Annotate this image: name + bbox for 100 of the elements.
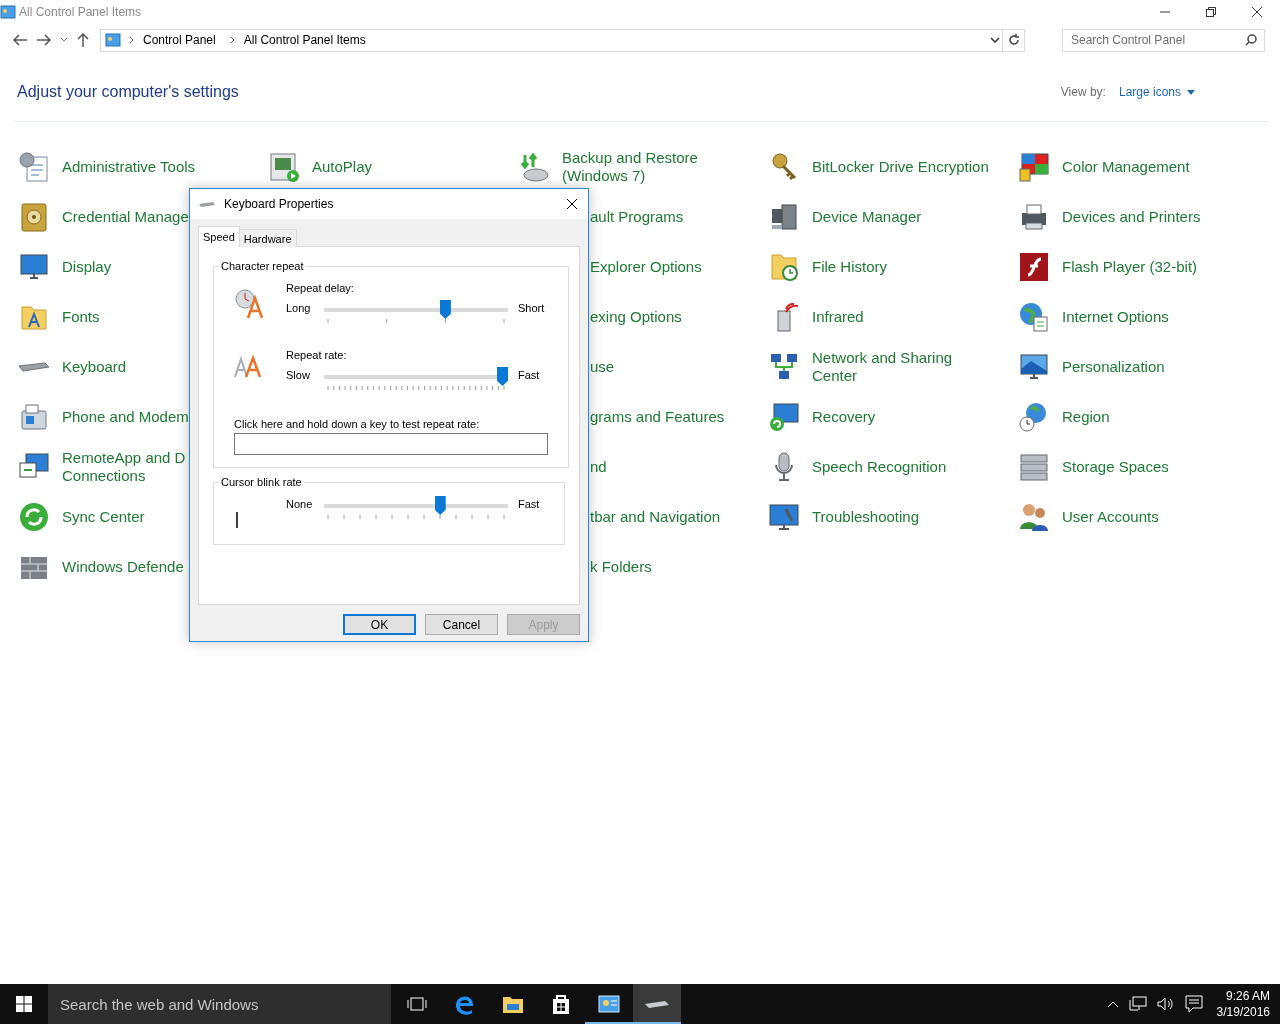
slider-thumb[interactable] <box>497 367 508 386</box>
item-label: Explorer Options <box>590 258 702 276</box>
control-panel-item[interactable]: Sync Center <box>18 492 268 542</box>
control-panel-item[interactable]: AutoPlay <box>268 142 518 192</box>
control-panel-item[interactable]: BitLocker Drive Encryption <box>768 142 1018 192</box>
caret-icon <box>1187 89 1195 95</box>
dialog-button[interactable]: OK <box>343 614 416 635</box>
control-panel-item[interactable]: Devices and Printers <box>1018 192 1268 242</box>
control-panel-item[interactable]: Speech Recognition <box>768 442 1018 492</box>
control-panel-item[interactable]: Device Manager <box>768 192 1018 242</box>
chevron-down-icon <box>60 37 68 43</box>
item-label: Internet Options <box>1062 308 1169 326</box>
slider-label: Repeat delay: <box>286 282 355 294</box>
control-panel-item[interactable]: Troubleshooting <box>768 492 1018 542</box>
control-panel-item[interactable]: Keyboard <box>18 342 268 392</box>
drive-stack-icon <box>1018 451 1050 483</box>
action-center-button[interactable] <box>1184 995 1203 1013</box>
group-title: Cursor blink rate <box>220 476 303 488</box>
chevron-down-icon <box>990 37 1000 43</box>
control-panel-item[interactable]: Infrared <box>768 292 1018 342</box>
control-panel-item[interactable]: Recovery <box>768 392 1018 442</box>
item-label: Network and Sharing Center <box>812 349 953 385</box>
address-dropdown-button[interactable] <box>988 35 1002 45</box>
group-title: Character repeat <box>220 260 305 272</box>
tab[interactable]: Speed <box>198 226 240 247</box>
media-play-icon <box>268 151 300 183</box>
clock[interactable]: 9:26 AM 3/19/2016 <box>1216 988 1270 1020</box>
item-label: Personalization <box>1062 358 1165 376</box>
close-icon <box>566 198 578 210</box>
keyboard-icon <box>644 999 670 1009</box>
control-panel-icon <box>105 33 121 47</box>
taskbar-search-field[interactable]: Search the web and Windows <box>48 984 391 1024</box>
slider-thumb[interactable] <box>439 300 451 319</box>
page-heading: Adjust your computer's settings <box>17 83 240 101</box>
restore-icon <box>1206 7 1216 17</box>
control-panel-item[interactable]: Storage Spaces <box>1018 442 1268 492</box>
item-label: Flash Player (32-bit) <box>1062 258 1198 276</box>
test-input-field[interactable] <box>234 433 548 455</box>
search-field[interactable]: Search Control Panel <box>1062 28 1265 52</box>
control-panel-item[interactable]: Fonts <box>18 292 268 342</box>
network-button[interactable] <box>1128 996 1147 1012</box>
keyboard-icon <box>198 199 216 209</box>
control-panel-item[interactable]: Administrative Tools <box>18 142 268 192</box>
item-label: Display <box>62 258 112 276</box>
keyboard-icon <box>18 362 50 372</box>
item-label: Device Manager <box>812 208 922 226</box>
min-label: Long <box>286 302 312 314</box>
slider-thumb[interactable] <box>434 496 446 515</box>
item-label: ault Programs <box>590 208 684 226</box>
breadcrumb[interactable]: Control Panel <box>137 33 222 47</box>
control-panel-item[interactable]: Windows Defende <box>18 542 268 592</box>
view-by-dropdown[interactable]: Large icons <box>1118 85 1195 99</box>
max-label: Fast <box>518 498 540 510</box>
notification-icon <box>1184 995 1203 1013</box>
vault-icon <box>18 201 50 233</box>
item-label: Color Management <box>1062 158 1190 176</box>
tools-icon <box>18 151 50 183</box>
max-label: Fast <box>518 369 540 381</box>
folder-clock-icon <box>768 251 800 283</box>
control-panel-icon <box>0 5 16 19</box>
control-panel-item[interactable]: Personalization <box>1018 342 1268 392</box>
item-label: Storage Spaces <box>1062 458 1169 476</box>
back-arrow-icon <box>12 33 28 47</box>
taskbar-app-button[interactable] <box>633 984 681 1024</box>
item-label: Fonts <box>62 308 100 326</box>
monitor-icon <box>768 501 800 533</box>
show-hidden-icons-button[interactable] <box>1106 1000 1119 1008</box>
close-icon <box>1251 6 1263 18</box>
globe-icon <box>1018 301 1050 333</box>
sync-icon <box>18 501 50 533</box>
control-panel-item[interactable]: Region <box>1018 392 1268 442</box>
min-label: None <box>286 498 314 510</box>
item-label: Windows Defende <box>62 558 184 576</box>
volume-button[interactable] <box>1156 996 1175 1012</box>
forward-arrow-icon <box>36 33 52 47</box>
address-bar[interactable]: Control Panel All Control Panel Items <box>100 28 1025 52</box>
control-panel-item[interactable]: Internet Options <box>1018 292 1268 342</box>
window-title: All Control Panel Items <box>19 5 143 19</box>
breadcrumb[interactable]: All Control Panel Items <box>237 33 372 47</box>
item-label: Infrared <box>812 308 864 326</box>
control-panel-item[interactable]: Color Management <box>1018 142 1268 192</box>
item-label: BitLocker Drive Encryption <box>812 158 989 176</box>
network-icon <box>1128 996 1147 1012</box>
control-panel-item[interactable]: User Accounts <box>1018 492 1268 542</box>
flash-icon <box>1018 251 1050 283</box>
item-label: Backup and Restore (Windows 7) <box>562 149 698 185</box>
item-label: AutoPlay <box>312 158 373 176</box>
control-panel-item[interactable]: File History <box>768 242 1018 292</box>
windows-logo-icon <box>16 996 32 1012</box>
control-panel-item[interactable]: Backup and Restore (Windows 7) <box>518 142 768 192</box>
control-panel-item[interactable]: Flash Player (32-bit) <box>1018 242 1268 292</box>
dialog-button[interactable]: Cancel <box>425 614 498 635</box>
color-monitor-icon <box>1018 151 1050 183</box>
control-panel-item[interactable]: Network and Sharing Center <box>768 342 1018 392</box>
clock-time: 9:26 AM <box>1225 988 1270 1004</box>
field-label: Click here and hold down a key to test repeat rate: <box>234 418 481 430</box>
item-label: RemoteApp and D Connections <box>62 449 186 485</box>
tab[interactable]: Hardware <box>238 229 297 247</box>
control-panel-icon <box>598 995 620 1013</box>
item-label: Sync Center <box>62 508 145 526</box>
